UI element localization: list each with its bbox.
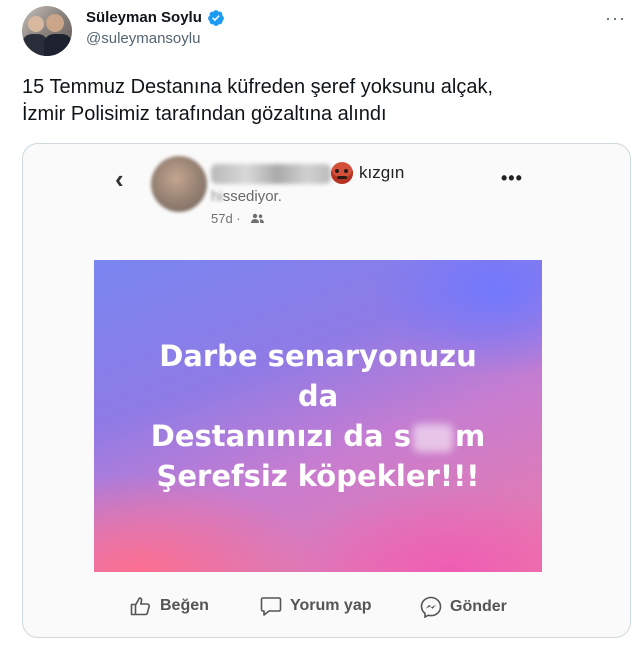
comment-icon [260,597,282,616]
fb-post-image: Darbe senaryonuzu da Destanınızı da s m Ş… [94,260,542,572]
fb-feeling-suffix: ssediyor. [222,188,282,205]
fb-post-time: 57d · [211,211,241,226]
author-name[interactable]: Süleyman Soylu [86,9,202,26]
tweet-text: 15 Temmuz Destanına küfreden şeref yoksu… [22,74,622,128]
tweet: Süleyman Soylu @suleymansoylu ··· 15 Tem… [0,0,640,645]
verified-badge-icon [208,10,224,26]
messenger-icon [420,596,442,618]
fb-profile-avatar-blurred [151,156,207,212]
fb-post-text-line-3-end: m [455,419,486,453]
fb-comment-label: Yorum yap [290,597,372,614]
author-handle[interactable]: @suleymansoylu [86,30,200,47]
tweet-text-line-2: İzmir Polisimiz tarafından gözaltına alı… [22,103,387,125]
fb-post-text-line-2: da [297,379,339,413]
angry-emoji-icon [331,162,353,184]
friends-icon [251,213,264,223]
back-arrow-icon: ‹ [115,164,124,194]
fb-feeling-blurred-prefix: hi [211,188,223,205]
fb-like-button: Beğen [130,596,209,616]
fb-like-label: Beğen [160,597,209,614]
tweet-text-line-1: 15 Temmuz Destanına küfreden şeref yoksu… [22,76,493,98]
fb-post-text-line-4: Şerefsiz köpekler!!! [156,459,480,493]
fb-send-label: Gönder [450,598,507,615]
fb-post-text-line-3-start: Destanınızı da s [150,419,411,453]
fb-comment-button: Yorum yap [260,596,372,616]
author-avatar[interactable] [22,6,72,56]
fb-send-button: Gönder [420,596,507,618]
fb-post-text: Darbe senaryonuzu da Destanınızı da s m Ş… [94,336,542,496]
more-horizontal-icon[interactable]: ··· [605,8,626,29]
fb-post-text-line-1: Darbe senaryonuzu [159,339,477,373]
fb-post-text-line-3: Destanınızı da s m [94,416,542,456]
fb-action-bar: Beğen Yorum yap Gönder [94,592,542,622]
fb-more-icon: ••• [501,168,523,188]
fb-feeling-line-2: hissediyor. [211,188,282,205]
thumbs-up-icon [130,597,150,616]
fb-post-text-redacted [413,424,453,452]
tweet-media-image[interactable]: ‹ kızgın hissediyor. 57d · ••• Darbe sen… [22,143,631,638]
fb-name-redacted [211,164,331,184]
fb-feeling-label: kızgın [359,163,405,182]
